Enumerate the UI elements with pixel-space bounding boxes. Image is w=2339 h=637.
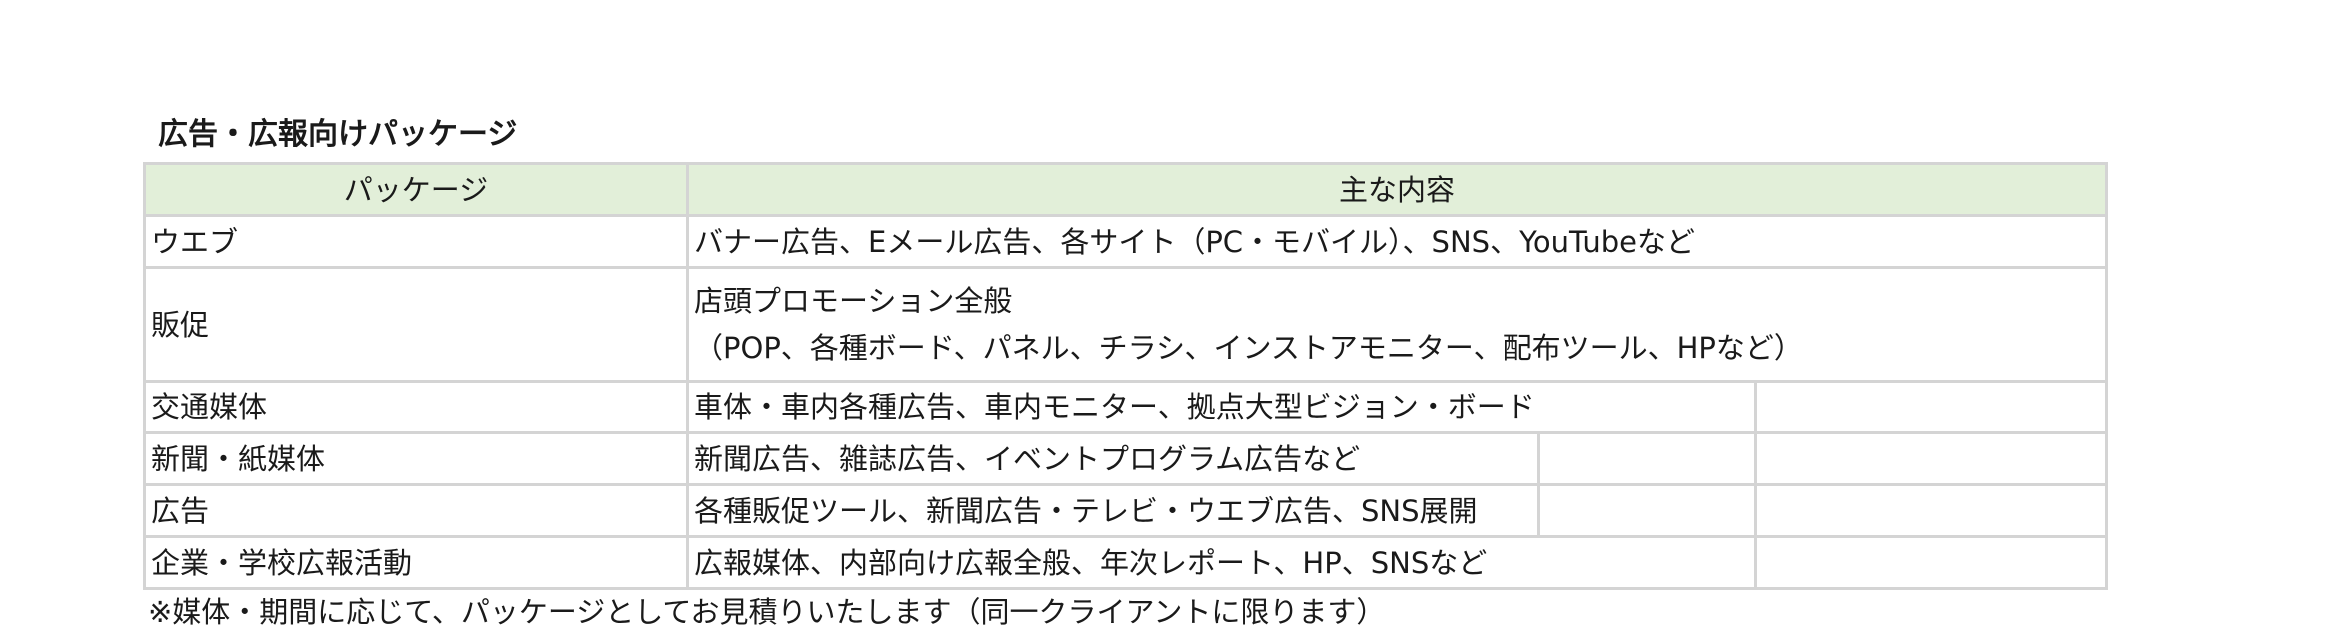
package-table: パッケージ 主な内容 ウエブ バナー広告、Eメール広告、各サイト（PC・モバイル…: [143, 162, 2109, 590]
empty-cell: [1537, 431, 1757, 486]
package-content: 車体・車内各種広告、車内モニター、拠点大型ビジョン・ボード: [686, 380, 1757, 434]
package-name: 広告: [143, 483, 689, 538]
package-content: 各種販促ツール、新聞広告・テレビ・ウエブ広告、SNS展開: [686, 483, 1540, 538]
content-line: （POP、各種ボード、パネル、チラシ、インストアモニター、配布ツール、HPなど）: [694, 330, 1803, 365]
footnote: ※媒体・期間に応じて、パッケージとしてお見積りいたします（同一クライアントに限り…: [148, 595, 1386, 629]
empty-cell: [1753, 535, 2109, 590]
header-package: パッケージ: [143, 162, 689, 217]
table-row: 販促 店頭プロモーション全般 （POP、各種ボード、パネル、チラシ、インストアモ…: [143, 266, 2109, 383]
empty-cell: [1753, 380, 2109, 434]
package-content: 新聞広告、雑誌広告、イベントプログラム広告など: [686, 431, 1540, 486]
table-row: 新聞・紙媒体 新聞広告、雑誌広告、イベントプログラム広告など: [143, 431, 2109, 486]
package-content: バナー広告、Eメール広告、各サイト（PC・モバイル）、SNS、YouTubeなど: [685, 214, 2109, 269]
empty-cell: [1753, 483, 2109, 538]
package-content: 広報媒体、内部向け広報全般、年次レポート、HP、SNSなど: [686, 535, 1757, 590]
header-content: 主な内容: [685, 162, 2109, 217]
empty-cell: [1753, 431, 2109, 486]
package-name: ウエブ: [143, 214, 689, 269]
package-name: 新聞・紙媒体: [143, 431, 689, 486]
package-name: 交通媒体: [143, 380, 689, 434]
table-row: 交通媒体 車体・車内各種広告、車内モニター、拠点大型ビジョン・ボード: [143, 380, 2109, 434]
table-row: ウエブ バナー広告、Eメール広告、各サイト（PC・モバイル）、SNS、YouTu…: [143, 214, 2109, 269]
package-name: 企業・学校広報活動: [143, 535, 689, 590]
content-line: 店頭プロモーション全般: [694, 283, 1013, 318]
table-row: 広告 各種販促ツール、新聞広告・テレビ・ウエブ広告、SNS展開: [143, 483, 2109, 538]
package-name: 販促: [143, 266, 689, 383]
table-header-row: パッケージ 主な内容: [143, 162, 2109, 217]
empty-cell: [1537, 483, 1757, 538]
document-title: 広告・広報向けパッケージ: [158, 117, 518, 152]
package-content: 店頭プロモーション全般 （POP、各種ボード、パネル、チラシ、インストアモニター…: [685, 266, 2109, 383]
table-row: 企業・学校広報活動 広報媒体、内部向け広報全般、年次レポート、HP、SNSなど: [143, 535, 2109, 590]
